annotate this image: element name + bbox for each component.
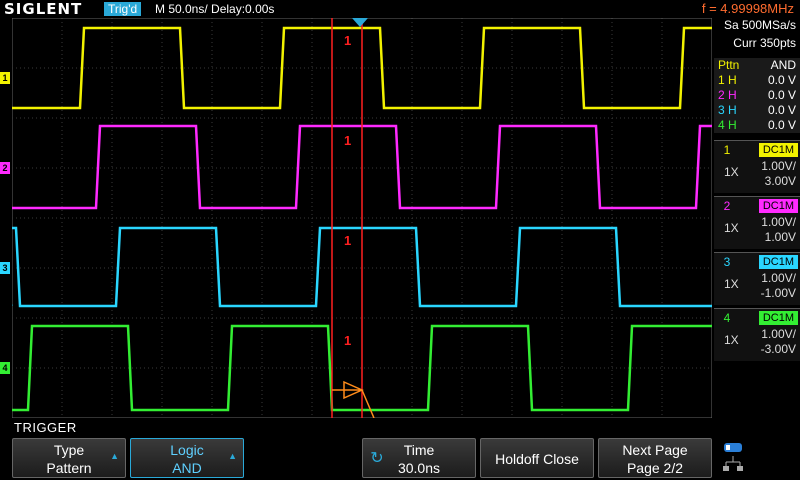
softkey-next-page-label: Next Page (622, 442, 688, 458)
softkey-type[interactable]: Type Pattern ▲ (12, 438, 126, 478)
network-icon (723, 443, 743, 471)
arrow-up-icon: ▲ (110, 451, 119, 461)
softkey-holdoff[interactable]: Holdoff Close (480, 438, 594, 478)
pattern-row-ch4: 4 H 0.0 V (714, 118, 800, 133)
pattern-row-value: 0.0 V (767, 73, 796, 87)
softkey-holdoff-label: Holdoff Close (495, 451, 579, 467)
vertical-offset: 1.00V (764, 230, 796, 244)
arrow-up-icon: ▲ (228, 451, 237, 461)
pattern-row-value: 0.0 V (767, 88, 796, 102)
pattern-table: Pttn AND 1 H 0.0 V 2 H 0.0 V 3 H 0.0 V 4 H 0.0 … (714, 58, 800, 133)
menu-title: TRIGGER (14, 420, 77, 435)
frequency-counter: f = 4.99998MHz (701, 1, 794, 16)
softkey-time-label: Time (403, 442, 435, 458)
pattern-row-label: 2 H (718, 88, 737, 102)
softkey-next-page[interactable]: Next Page Page 2/2 (598, 438, 712, 478)
info-panel: Sa 500MSa/s Curr 350pts Pttn AND 1 H 0.0 … (714, 18, 800, 418)
vertical-offset: 3.00V (764, 174, 796, 188)
softkey-logic[interactable]: Logic AND ▲ (130, 438, 244, 478)
pattern-time-marker-icon (332, 380, 375, 418)
probe-ratio: 1X (724, 277, 739, 291)
channel-number: 3 (723, 255, 731, 269)
pattern-rows: 1 H 0.0 V 2 H 0.0 V 3 H 0.0 V 4 H 0.0 V (714, 73, 800, 133)
cursor-label: 1 (344, 33, 351, 48)
cursor-label: 1 (344, 133, 351, 148)
channel-4-info[interactable]: 4 DC1M 1X 1.00V/-3.00V (714, 308, 800, 361)
pattern-row-ch2: 2 H 0.0 V (714, 88, 800, 103)
coupling-badge: DC1M (758, 143, 798, 157)
probe-ratio: 1X (724, 333, 739, 347)
timebase-readout: M 50.0ns/ Delay:0.00s (155, 0, 274, 18)
coupling-badge: DC1M (758, 311, 798, 325)
softkey-next-page-value: Page 2/2 (626, 460, 684, 476)
vertical-offset: -3.00V (760, 342, 796, 356)
volts-per-div: 1.00V/ (761, 159, 796, 173)
channel-1-offset-marker[interactable]: 1 (0, 72, 10, 84)
pattern-header-label: Pttn (718, 58, 740, 72)
volts-per-div: 1.00V/ (761, 327, 796, 341)
status-bar: SIGLENT Trig'd M 50.0ns/ Delay:0.00s f =… (0, 0, 800, 18)
pattern-row-label: 3 H (718, 103, 737, 117)
pattern-header-value: AND (770, 58, 796, 72)
cursor-label: 1 (344, 333, 351, 348)
memory-depth: Curr 350pts (733, 36, 796, 50)
probe-ratio: 1X (724, 165, 739, 179)
channel-1-info[interactable]: 1 DC1M 1X 1.00V/3.00V (714, 140, 800, 193)
waveform-display[interactable]: 1 1 1 1 (12, 18, 712, 418)
pattern-row-value: 0.0 V (767, 103, 796, 117)
softkey-logic-label: Logic (170, 442, 204, 458)
softkey-logic-value: AND (172, 460, 202, 476)
volts-per-div: 1.00V/ (761, 271, 796, 285)
waveform-grid: 1 1 1 1 (12, 18, 712, 418)
delay-value: Delay:0.00s (211, 2, 275, 16)
channel-4-offset-marker[interactable]: 4 (0, 362, 10, 374)
timebase-value: M 50.0ns/ (155, 2, 208, 16)
softkey-time-value: 30.0ns (397, 460, 441, 476)
pattern-row-ch3: 3 H 0.0 V (714, 103, 800, 118)
trigger-position-marker[interactable] (352, 18, 368, 28)
channel-number: 2 (723, 199, 731, 213)
softkey-time[interactable]: ↻ Time 30.0ns (362, 438, 476, 478)
coupling-badge: DC1M (758, 255, 798, 269)
sample-rate: Sa 500MSa/s (723, 18, 796, 32)
channel-number: 1 (723, 143, 731, 157)
pattern-row-label: 4 H (718, 118, 737, 132)
channel-2-info[interactable]: 2 DC1M 1X 1.00V/1.00V (714, 196, 800, 249)
vertical-offset: -1.00V (760, 286, 796, 300)
channel-2-offset-marker[interactable]: 2 (0, 162, 10, 174)
coupling-badge: DC1M (758, 199, 798, 213)
volts-per-div: 1.00V/ (761, 215, 796, 229)
probe-ratio: 1X (724, 221, 739, 235)
pattern-row-label: 1 H (718, 73, 737, 87)
brand-logo: SIGLENT (4, 0, 83, 18)
pattern-row-ch1: 1 H 0.0 V (714, 73, 800, 88)
cursor-label: 1 (344, 233, 351, 248)
pattern-header: Pttn AND (714, 58, 800, 73)
channel-3-offset-marker[interactable]: 3 (0, 262, 10, 274)
channel-3-info[interactable]: 3 DC1M 1X 1.00V/-1.00V (714, 252, 800, 305)
softkey-type-value: Pattern (46, 460, 92, 476)
trigger-status-badge: Trig'd (104, 2, 142, 16)
channel-number: 4 (723, 311, 731, 325)
softkey-type-label: Type (53, 442, 85, 458)
pattern-row-value: 0.0 V (767, 118, 796, 132)
